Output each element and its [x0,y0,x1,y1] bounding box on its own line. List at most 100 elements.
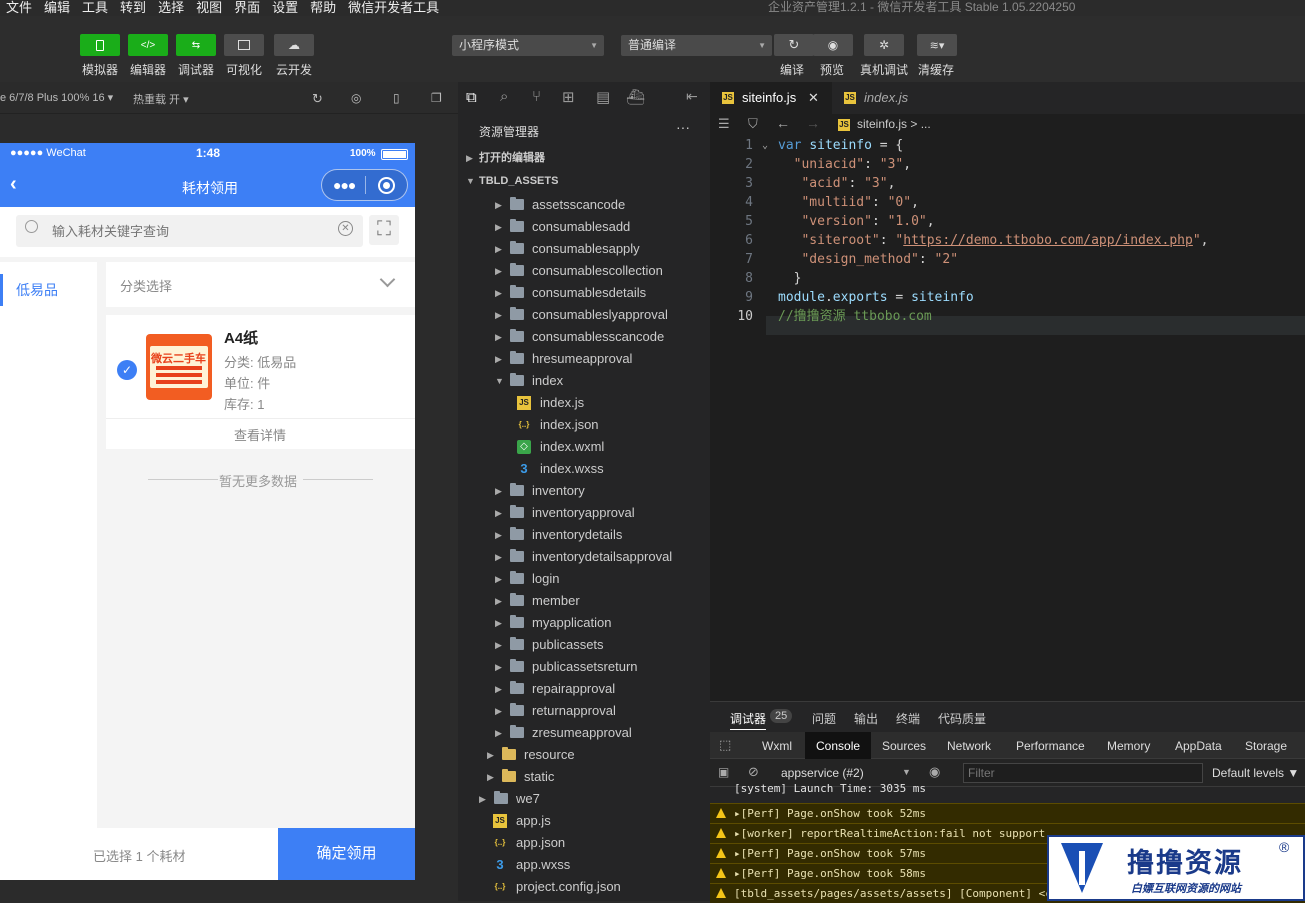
menu-item[interactable]: 选择 [158,1,184,15]
tree-item[interactable]: ▶ consumablesscancode [458,326,710,348]
log-entry[interactable]: [system] Launch Time: 3035 ms [710,783,1305,799]
filter-input[interactable] [963,763,1203,783]
debugger-button[interactable]: ⇆ [176,34,216,56]
stop-icon[interactable]: ◎ [351,91,361,105]
subtab-console[interactable]: Console [816,739,860,753]
subtab-sources[interactable]: Sources [882,739,926,753]
inspect-icon[interactable]: ⬚ [719,737,731,753]
menu-item[interactable]: 工具 [82,1,108,15]
menu-item[interactable]: 设置 [272,1,298,15]
log-entry[interactable]: ▸[Perf] Page.onShow took 52ms [710,803,1305,823]
tree-item[interactable]: ▶ inventorydetailsapproval [458,546,710,568]
subtab-storage[interactable]: Storage [1245,739,1287,753]
check-icon[interactable]: ✓ [117,360,137,380]
tree-item[interactable]: ▶ publicassets [458,634,710,656]
compile-button[interactable]: ↻ [774,34,814,56]
eye-icon[interactable]: ◉ [929,764,940,780]
list-icon[interactable]: ☰ [718,116,730,132]
tree-item[interactable]: 3 index.wxss [458,458,710,480]
tab-index[interactable]: JS index.js [832,82,950,114]
menu-item[interactable]: 编辑 [44,1,70,15]
tree-item[interactable]: ▶ consumablesdetails [458,282,710,304]
tree-item[interactable]: {..} index.json [458,414,710,436]
tree-item[interactable]: ▶ member [458,590,710,612]
back-icon[interactable]: ‹ [10,173,17,196]
subtab-wxml[interactable]: Wxml [762,739,792,753]
tree-item[interactable]: JS app.js [458,810,710,832]
scan-icon[interactable]: ⛶ [369,215,399,245]
extensions-icon[interactable]: ⊞ [562,88,575,106]
refresh-icon[interactable]: ↻ [312,91,323,107]
tree-item[interactable]: ▶ publicassetsreturn [458,656,710,678]
tree-item[interactable]: ▶ inventoryapproval [458,502,710,524]
tab-code-quality[interactable]: 代码质量 [938,710,986,727]
tree-item[interactable]: 3 app.wxss [458,854,710,876]
tree-item[interactable]: ▶ consumablesadd [458,216,710,238]
collapse-panel-icon[interactable]: ⇤ [686,88,698,105]
more-icon[interactable]: ··· [676,119,690,135]
tab-debugger[interactable]: 调试器 [730,710,767,730]
tree-item[interactable]: {..} app.json [458,832,710,854]
tree-item[interactable]: ▶ returnapproval [458,700,710,722]
tree-item[interactable]: ▶ login [458,568,710,590]
tree-item[interactable]: ▼ index [458,370,710,392]
menu-item[interactable]: 视图 [196,1,222,15]
tree-item[interactable]: ▶ myapplication [458,612,710,634]
tree-item[interactable]: ▶ zresumeapproval [458,722,710,744]
confirm-button[interactable]: 确定领用 [278,828,415,880]
tree-item[interactable]: ▶ consumablesapply [458,238,710,260]
open-editors-section[interactable]: ▶ 打开的编辑器 [458,147,710,169]
context-select[interactable]: appservice (#2) [781,766,864,780]
tree-item[interactable]: ▶ assetsscancode [458,194,710,216]
source-control-icon[interactable]: ⑂ [532,88,541,105]
tree-item[interactable]: ▶ resource [458,744,710,766]
bookmark-icon[interactable]: ⛉ [748,116,758,132]
fold-icon[interactable]: ⌄ [762,136,768,155]
close-icon[interactable]: ✕ [808,82,819,114]
clear-console-icon[interactable]: ⊘ [748,764,759,780]
tree-item[interactable]: ▶ we7 [458,788,710,810]
tree-item[interactable]: {..} project.config.json [458,876,710,898]
back-arrow-icon[interactable]: ← [776,115,790,131]
menu-item[interactable]: 界面 [234,1,260,15]
tree-item[interactable]: ▶ hresumeapproval [458,348,710,370]
tab-siteinfo[interactable]: JS siteinfo.js ✕ [710,82,832,114]
sidebar-toggle-icon[interactable]: ▣ [718,765,729,779]
root-folder[interactable]: ▼ TBLD_ASSETS [458,170,710,192]
menu-item[interactable]: 转到 [120,1,146,15]
editor-button[interactable]: </> [128,34,168,56]
tab-problems[interactable]: 问题 [812,710,836,727]
real-debug-button[interactable]: ✲ [864,34,904,56]
view-detail-link[interactable]: 查看详情 [234,425,286,444]
tab-terminal[interactable]: 终端 [896,710,920,727]
docker-icon[interactable]: ⛴ [626,88,645,106]
device-select[interactable]: e 6/7/8 Plus 100% 16 ▾ [0,91,113,104]
tree-item[interactable]: ▶ consumableslyapproval [458,304,710,326]
more-icon[interactable]: ●●● [333,177,356,193]
tree-item[interactable]: ▶ inventorydetails [458,524,710,546]
tree-item[interactable]: ▶ repairapproval [458,678,710,700]
search-icon[interactable]: ⌕ [500,88,508,105]
menu-item[interactable]: 帮助 [310,1,336,15]
phone-icon[interactable]: ▯ [393,91,400,105]
tree-item[interactable]: ▶ consumablescollection [458,260,710,282]
subtab-performance[interactable]: Performance [1016,739,1085,753]
tree-item[interactable]: JS index.js [458,392,710,414]
tree-item[interactable]: ◇ index.wxml [458,436,710,458]
preview-button[interactable]: ◉ [813,34,853,56]
tree-item[interactable]: ▶ inventory [458,480,710,502]
tree-item[interactable]: ▶ static [458,766,710,788]
visual-button[interactable] [224,34,264,56]
subtab-network[interactable]: Network [947,739,991,753]
hot-reload-toggle[interactable]: 热重载 开 ▾ [133,91,189,107]
menu-item[interactable]: 微信开发者工具 [348,1,439,15]
cloud-button[interactable]: ☁ [274,34,314,56]
subtab-memory[interactable]: Memory [1107,739,1150,753]
files-icon[interactable]: ⧉ [466,89,477,106]
mode-select[interactable]: 小程序模式 ▼ [452,35,604,56]
clear-cache-button[interactable]: ≋▾ [917,34,957,56]
code-editor[interactable]: 1 2 3 4 5 6 7 8 9 10 ⌄ var siteinfo = { "uniacid"… [710,136,1305,701]
close-circle-icon[interactable] [378,177,395,194]
log-levels-select[interactable]: Default levels ▼ [1212,766,1299,780]
category-select[interactable]: 分类选择 [106,262,415,307]
